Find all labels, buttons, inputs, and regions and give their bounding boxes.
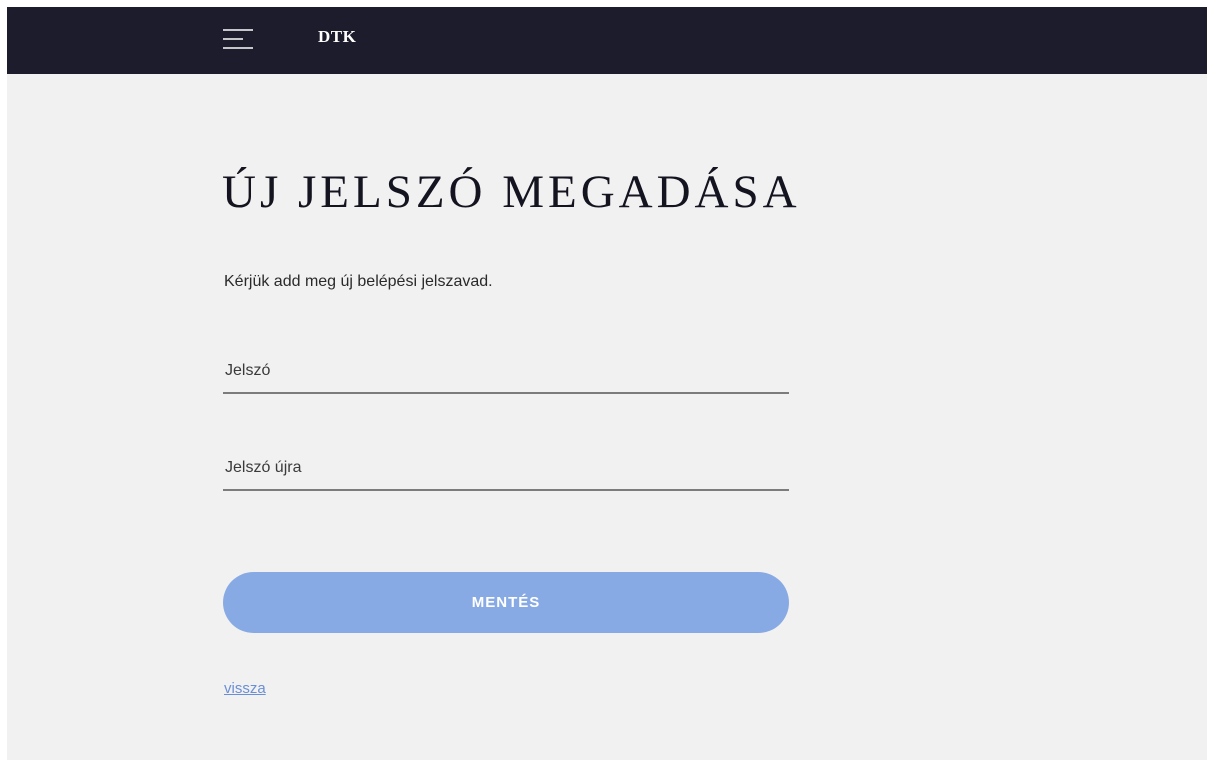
password-again-input[interactable] [223, 443, 789, 489]
top-navigation-bar: DTK [7, 7, 1207, 74]
save-button[interactable]: MENTÉS [223, 572, 789, 633]
password-field [223, 346, 789, 394]
back-link[interactable]: vissza [224, 680, 266, 697]
instructions-text: Kérjük add meg új belépési jelszavad. [224, 273, 493, 290]
page-title: ÚJ JELSZÓ MEGADÁSA [222, 166, 801, 218]
password-again-field [223, 443, 789, 491]
page: DTK ÚJ JELSZÓ MEGADÁSA Kérjük add meg új… [7, 7, 1207, 760]
brand-logo-text[interactable]: DTK [318, 27, 356, 47]
hamburger-menu-icon[interactable] [223, 28, 255, 50]
password-input[interactable] [223, 346, 789, 392]
